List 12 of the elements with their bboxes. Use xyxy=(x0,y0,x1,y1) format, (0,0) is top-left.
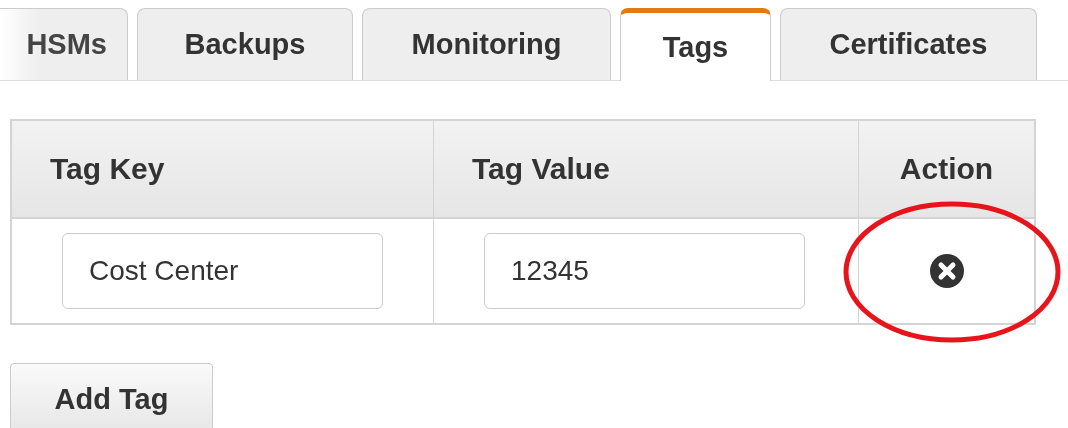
tag-value-field[interactable]: 12345 xyxy=(484,233,805,309)
tab[interactable]: Certificates xyxy=(780,8,1037,80)
add-tag-button[interactable]: Add Tag xyxy=(10,363,213,428)
tab[interactable]: Backups xyxy=(137,8,353,80)
column-header: Tag Value xyxy=(434,121,859,217)
tab[interactable]: HSMs xyxy=(0,8,128,80)
remove-icon[interactable] xyxy=(929,254,964,288)
tab[interactable]: Monitoring xyxy=(362,8,611,80)
column-header: Action xyxy=(898,151,995,187)
tag-key-field[interactable]: Cost Center xyxy=(62,233,383,309)
column-header: Tag Key xyxy=(12,121,434,217)
tab[interactable]: Tags xyxy=(620,8,771,81)
